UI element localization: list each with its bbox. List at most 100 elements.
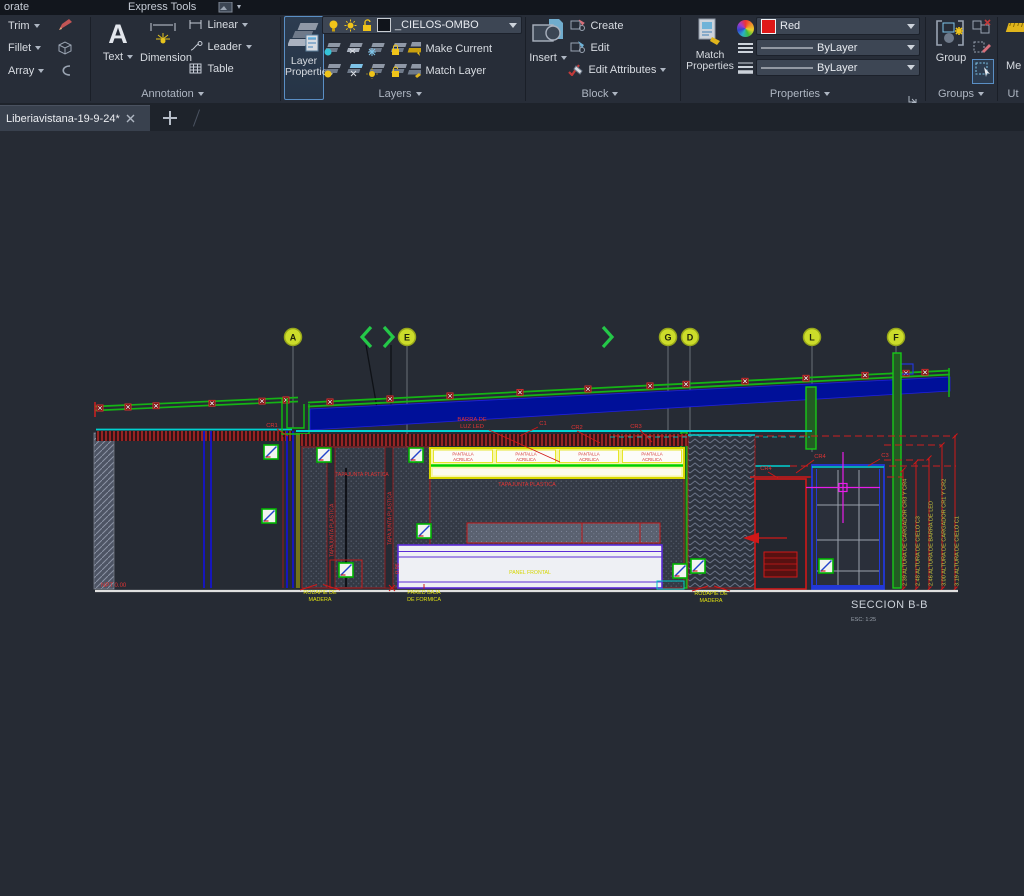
svg-text:BARRA DE: BARRA DE [457, 417, 486, 423]
file-tab-bar: Liberiavistana-19-9-24* [0, 103, 1024, 131]
ungroup-button[interactable] [972, 19, 992, 40]
properties-panel-footer[interactable]: Properties [740, 88, 860, 103]
svg-text:ACRILICA: ACRILICA [642, 457, 662, 462]
erase-pencil-icon[interactable] [56, 17, 74, 38]
array-label: Array [8, 65, 35, 77]
close-icon[interactable] [126, 114, 135, 123]
group-label: Group [935, 52, 967, 64]
leader-label: Leader [207, 41, 251, 53]
svg-text:CR2: CR2 [571, 425, 583, 431]
linear-label: Linear [207, 19, 248, 31]
layer-dropdown[interactable]: _CIELOS-OMBO [322, 16, 522, 34]
lineweight-icon[interactable] [737, 61, 754, 76]
layer-dropdown-arrow [509, 22, 517, 28]
svg-text:C3: C3 [881, 453, 888, 459]
tab-express-tools[interactable]: Express Tools [128, 1, 196, 14]
insert-label: Insert [529, 52, 567, 64]
text-button[interactable]: A Text [96, 17, 140, 63]
layer-sun-icon [344, 19, 357, 31]
match-layer-label: Match Layer [425, 65, 486, 77]
array-button[interactable]: Array [8, 65, 44, 77]
svg-text:CR3: CR3 [630, 424, 642, 430]
svg-text:RODAPIE DE: RODAPIE DE [303, 590, 337, 596]
blue-columns [203, 431, 294, 588]
tab-collaborate-partial[interactable]: orate [4, 1, 29, 14]
make-current-button[interactable]: Make Current [404, 39, 492, 61]
annotation-panel-footer[interactable]: Annotation [100, 88, 245, 103]
linear-button[interactable]: Linear [188, 18, 248, 36]
linear-icon [189, 20, 202, 29]
make-current-label: Make Current [425, 43, 493, 55]
section-scale: ESC: 1:25 [851, 617, 876, 623]
match-properties-icon [698, 18, 720, 45]
svg-text:3.19 ALTURA DE CIELO C1: 3.19 ALTURA DE CIELO C1 [955, 516, 961, 586]
drawing-area[interactable]: PANTALLA ACRILICA PANTALLA ACRILICA PANTAL… [0, 131, 1024, 891]
block-create-button[interactable]: Create [570, 18, 623, 37]
properties-dialog-launcher[interactable] [908, 91, 917, 104]
npt-label: NPT 0.00 [101, 583, 127, 589]
measure-label-partial[interactable]: Me [1006, 60, 1021, 72]
leader-icon [190, 41, 203, 51]
object-color-dropdown[interactable]: Red [756, 17, 920, 35]
svg-text:TAPAJUNTA PLASTICA: TAPAJUNTA PLASTICA [388, 491, 394, 545]
measure-icon[interactable] [1002, 19, 1024, 42]
svg-text:PANTALLA: PANTALLA [641, 452, 662, 457]
svg-text:MADERA: MADERA [308, 597, 331, 603]
block-panel-footer[interactable]: Block [540, 88, 660, 103]
group-button[interactable]: Group [932, 17, 970, 64]
svg-text:PANTALLA: PANTALLA [578, 452, 599, 457]
match-layer-icon [407, 64, 426, 78]
svg-text:ACRILICA: ACRILICA [453, 457, 473, 462]
fillet-button[interactable]: Fillet [8, 42, 41, 54]
layer-properties-button[interactable]: Layer Properties [284, 16, 333, 100]
trim-button[interactable]: Trim [8, 20, 40, 32]
file-tab-active[interactable]: Liberiavistana-19-9-24* [0, 105, 150, 131]
layers-panel-footer[interactable]: Layers [330, 88, 470, 103]
groups-panel-footer[interactable]: Groups [928, 88, 994, 103]
svg-text:F: F [893, 333, 899, 343]
edit-attributes-button[interactable]: Edit Attributes [567, 62, 666, 81]
wall-edge-strip [296, 433, 300, 588]
palette-icon[interactable] [218, 1, 244, 15]
text-tool-glyph: A [108, 19, 128, 49]
new-tab-plus-icon[interactable] [160, 109, 180, 127]
panel-frontal-label: PANEL FRONTAL [509, 570, 551, 576]
svg-text:CR4: CR4 [760, 466, 772, 472]
object-color-value: Red [780, 20, 801, 32]
block-edit-button[interactable]: Edit [570, 40, 609, 59]
table-button[interactable]: Table [188, 62, 234, 80]
ribbon-tab-strip: orate Express Tools [0, 0, 1024, 15]
linetype-dropdown[interactable]: ByLayer [756, 39, 920, 56]
table-label: Table [207, 63, 234, 75]
linetype-icon[interactable] [737, 41, 754, 56]
dimension-strings: 2.39 ALTURA DE CARGADOR CR3 Y CR4 2.48 A… [900, 433, 961, 592]
match-properties-button[interactable]: Match Properties [686, 17, 734, 72]
group-icon [936, 20, 964, 46]
group-selection-toggle[interactable] [972, 59, 994, 84]
match-layer-button[interactable]: Match Layer [404, 61, 486, 83]
spline-icon[interactable] [57, 63, 73, 83]
svg-text:TAPAJUNTA PLASTICA: TAPAJUNTA PLASTICA [335, 472, 389, 478]
svg-text:D: D [687, 333, 694, 343]
layer-color-swatch [377, 18, 391, 32]
leader-button[interactable]: Leader [188, 40, 252, 58]
group-edit-button[interactable] [972, 39, 992, 60]
block-create-label: Create [590, 20, 624, 32]
dimension-button[interactable]: Dimension [140, 17, 192, 64]
svg-text:G: G [664, 333, 671, 343]
svg-text:2.46 ALTURA DE BARRA DE LED: 2.46 ALTURA DE BARRA DE LED [929, 501, 935, 586]
file-tab-name: Liberiavistana-19-9-24* [6, 112, 120, 125]
utilities-panel-footer[interactable]: Ut [1002, 88, 1024, 103]
dimension-label: Dimension [140, 52, 192, 64]
insert-button[interactable]: Insert [529, 17, 567, 64]
linetype-dropdown-arrow [907, 45, 915, 50]
edit-attributes-label: Edit Attributes [588, 64, 666, 76]
drawing-svg[interactable]: PANTALLAACRILICA PANTALLAACRILICA PANTAL… [0, 131, 1024, 891]
box-3d-icon[interactable] [57, 40, 73, 60]
color-wheel-icon[interactable] [737, 20, 754, 37]
table-icon [189, 63, 202, 74]
svg-text:TAPAJUNTA PLASTICA: TAPAJUNTA PLASTICA [498, 482, 556, 488]
lineweight-dropdown[interactable]: ByLayer [756, 59, 920, 76]
svg-text:2.39 ALTURA DE CARGADOR CR3 Y: 2.39 ALTURA DE CARGADOR CR3 Y CR4 [903, 479, 909, 586]
fillet-label: Fillet [8, 42, 32, 54]
